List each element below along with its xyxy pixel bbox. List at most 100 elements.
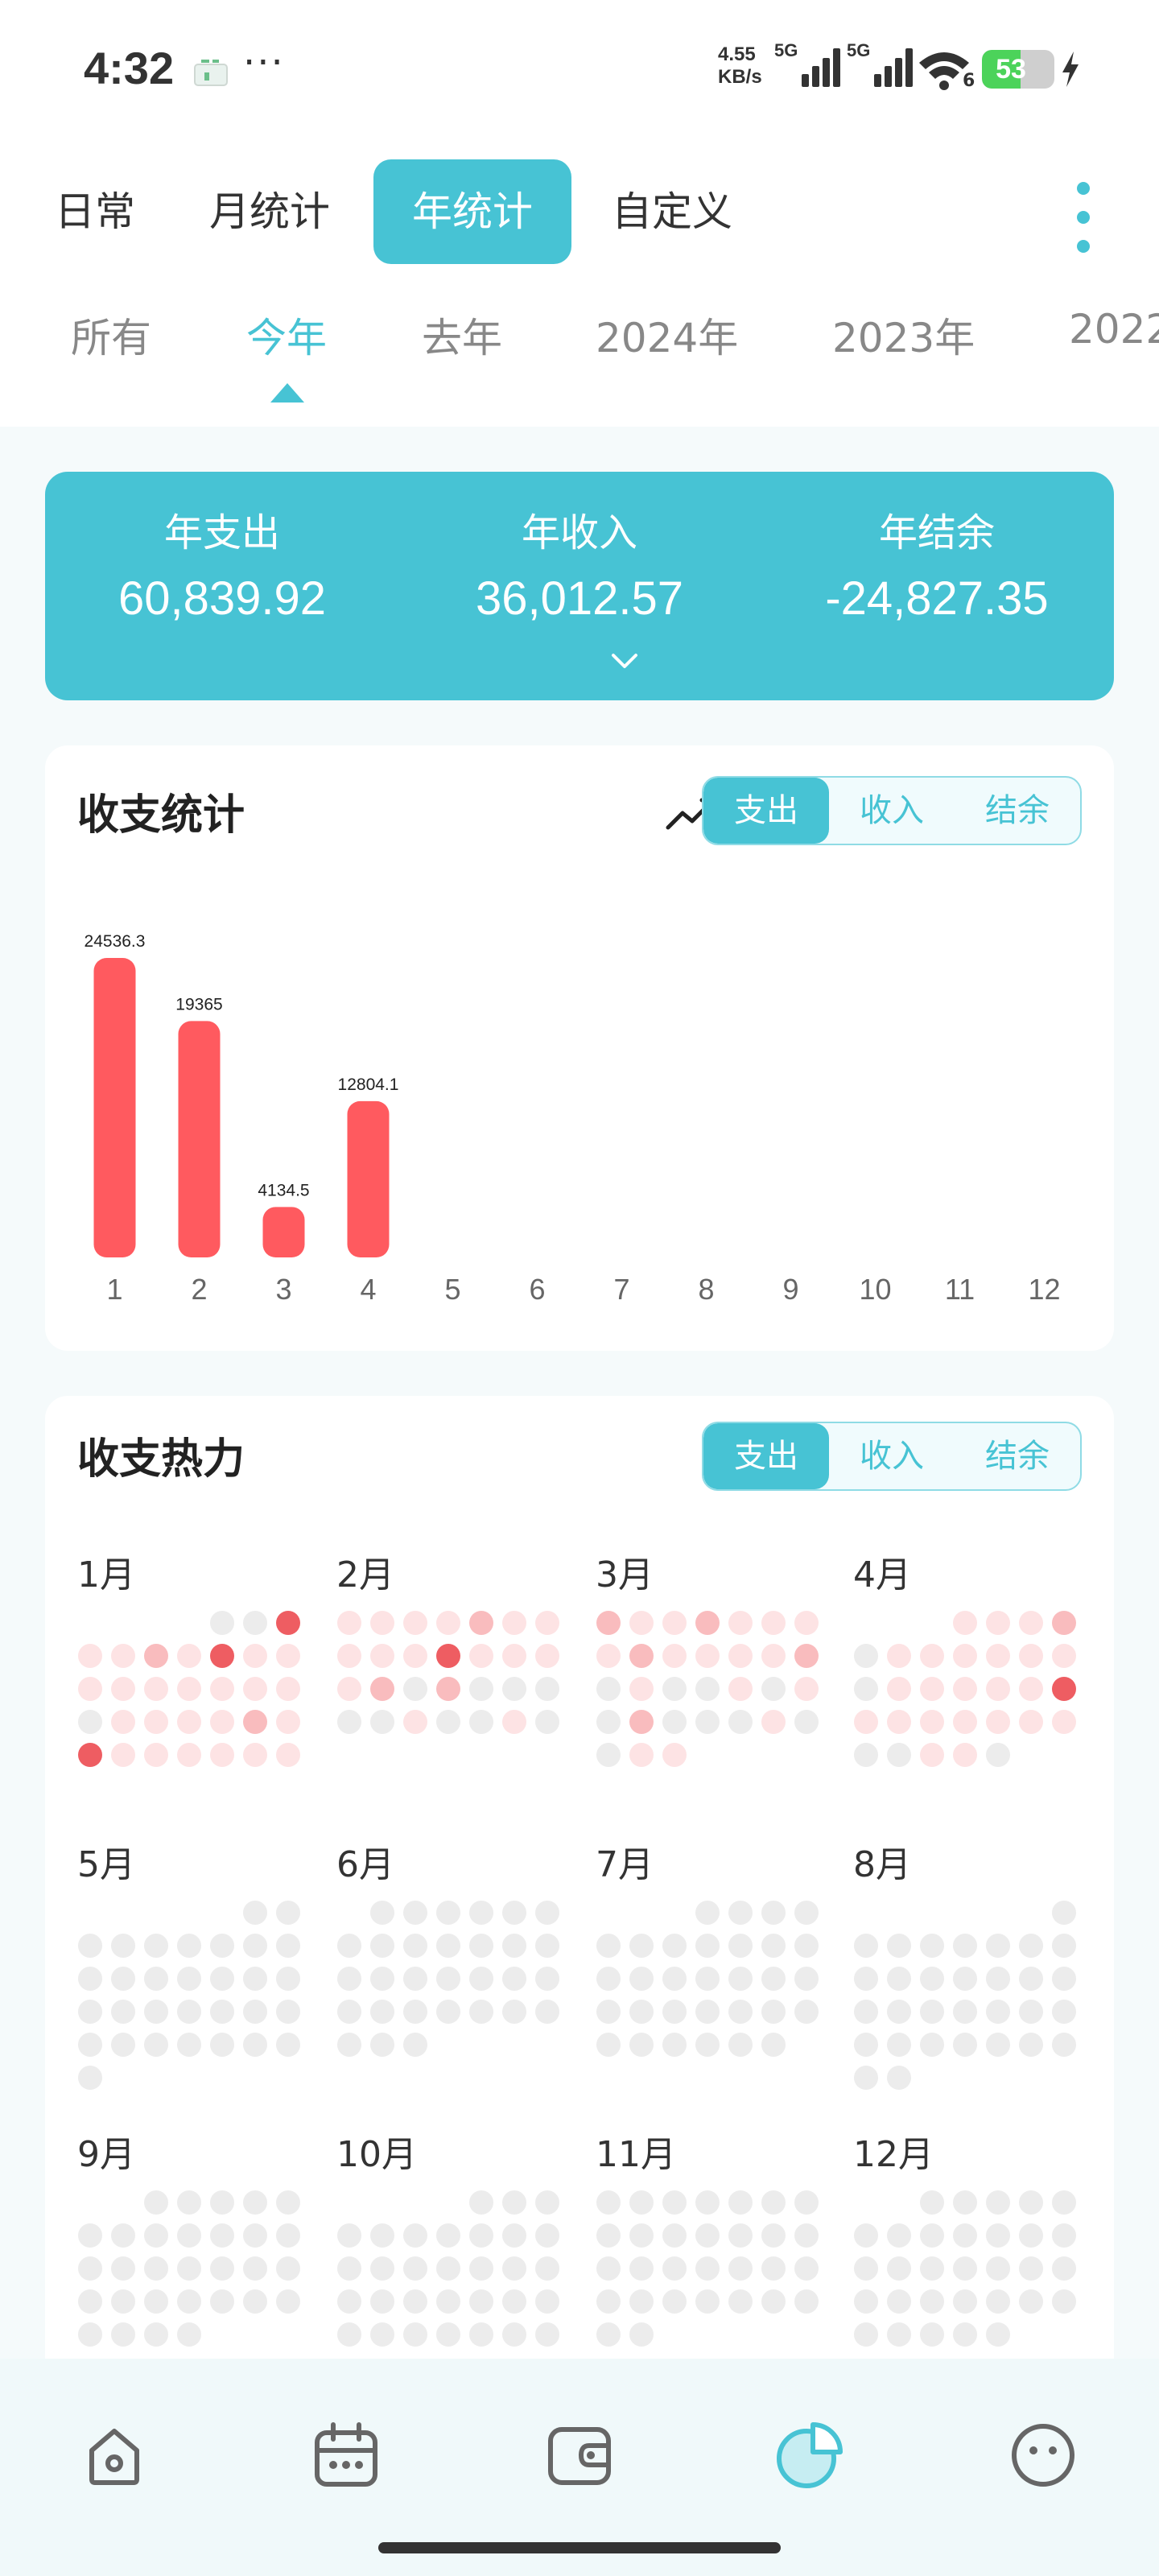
heatmap-day-cell[interactable] [144, 2190, 168, 2215]
heatmap-day-cell[interactable] [210, 1743, 234, 1767]
heatmap-day-cell[interactable] [761, 2289, 786, 2314]
heatmap-day-cell[interactable] [728, 2033, 753, 2057]
heatmap-day-cell[interactable] [1052, 2256, 1076, 2281]
heatmap-day-cell[interactable] [629, 1743, 654, 1767]
heatmap-day-cell[interactable] [662, 2256, 687, 2281]
bar-month-2[interactable] [178, 1021, 221, 1257]
heatmap-day-cell[interactable] [761, 1611, 786, 1635]
heatmap-day-cell[interactable] [695, 1934, 720, 1958]
heatmap-day-cell[interactable] [78, 1710, 102, 1734]
heatmap-day-cell[interactable] [177, 2289, 201, 2314]
heatmap-day-cell[interactable] [662, 2033, 687, 2057]
heatmap-day-cell[interactable] [144, 2033, 168, 2057]
heatmap-day-cell[interactable] [887, 2322, 911, 2347]
heatmap-day-cell[interactable] [695, 1967, 720, 1991]
heatmap-day-cell[interactable] [695, 2289, 720, 2314]
heatmap-day-cell[interactable] [276, 1934, 300, 1958]
heatmap-day-cell[interactable] [535, 2000, 559, 2024]
heatmap-day-cell[interactable] [502, 2322, 526, 2347]
heatmap-day-cell[interactable] [854, 1743, 878, 1767]
heatmap-day-cell[interactable] [1052, 1967, 1076, 1991]
heatmap-day-cell[interactable] [1052, 1677, 1076, 1701]
heatmap-day-cell[interactable] [403, 1611, 427, 1635]
heatmap-day-cell[interactable] [728, 1644, 753, 1668]
heatmap-day-cell[interactable] [920, 1677, 944, 1701]
heatmap-day-cell[interactable] [920, 2256, 944, 2281]
heatmap-day-cell[interactable] [629, 1710, 654, 1734]
heatmap-day-cell[interactable] [111, 1743, 135, 1767]
heatmap-day-cell[interactable] [177, 1934, 201, 1958]
heatmap-day-cell[interactable] [887, 1710, 911, 1734]
segment-income[interactable]: 收入 [829, 1423, 955, 1489]
heatmap-day-cell[interactable] [370, 2289, 394, 2314]
heatmap-day-cell[interactable] [1019, 1611, 1043, 1635]
heatmap-day-cell[interactable] [662, 2190, 687, 2215]
heatmap-day-cell[interactable] [629, 2289, 654, 2314]
heatmap-day-cell[interactable] [596, 1611, 621, 1635]
heatmap-day-cell[interactable] [403, 2223, 427, 2248]
heatmap-day-cell[interactable] [953, 1967, 977, 1991]
heatmap-day-cell[interactable] [177, 1743, 201, 1767]
heatmap-day-cell[interactable] [78, 1677, 102, 1701]
heatmap-day-cell[interactable] [695, 2190, 720, 2215]
heatmap-day-cell[interactable] [469, 2223, 493, 2248]
heatmap-day-cell[interactable] [111, 1934, 135, 1958]
heatmap-day-cell[interactable] [370, 2322, 394, 2347]
heatmap-day-cell[interactable] [469, 2289, 493, 2314]
heatmap-day-cell[interactable] [662, 2289, 687, 2314]
heatmap-day-cell[interactable] [243, 1901, 267, 1925]
heatmap-day-cell[interactable] [436, 2000, 460, 2024]
heatmap-day-cell[interactable] [695, 2223, 720, 2248]
heatmap-day-cell[interactable] [596, 1934, 621, 1958]
heatmap-day-cell[interactable] [854, 2000, 878, 2024]
heatmap-day-cell[interactable] [629, 1644, 654, 1668]
heatmap-day-cell[interactable] [111, 2256, 135, 2281]
heatmap-day-cell[interactable] [794, 1967, 819, 1991]
year-summary-card[interactable]: 年支出 60,839.92 年收入 36,012.57 年结余 -24,827.… [45, 472, 1114, 700]
heatmap-day-cell[interactable] [403, 1677, 427, 1701]
heatmap-day-cell[interactable] [953, 2190, 977, 2215]
heatmap-day-cell[interactable] [111, 2289, 135, 2314]
heatmap-day-cell[interactable] [111, 1967, 135, 1991]
heatmap-day-cell[interactable] [210, 1644, 234, 1668]
heatmap-day-cell[interactable] [728, 1611, 753, 1635]
heatmap-day-cell[interactable] [1019, 1677, 1043, 1701]
heatmap-day-cell[interactable] [243, 1677, 267, 1701]
heatmap-day-cell[interactable] [629, 2322, 654, 2347]
heatmap-day-cell[interactable] [403, 2033, 427, 2057]
heatmap-day-cell[interactable] [761, 1710, 786, 1734]
heatmap-day-cell[interactable] [436, 1611, 460, 1635]
heatmap-day-cell[interactable] [761, 2256, 786, 2281]
heatmap-day-cell[interactable] [662, 1611, 687, 1635]
heatmap-day-cell[interactable] [920, 2190, 944, 2215]
heatmap-day-cell[interactable] [370, 2256, 394, 2281]
heatmap-day-cell[interactable] [469, 2000, 493, 2024]
heatmap-day-cell[interactable] [337, 1934, 361, 1958]
heatmap-day-cell[interactable] [502, 2223, 526, 2248]
heatmap-day-cell[interactable] [629, 1934, 654, 1958]
heatmap-day-cell[interactable] [243, 1967, 267, 1991]
heatmap-day-cell[interactable] [276, 2190, 300, 2215]
heatmap-day-cell[interactable] [854, 1644, 878, 1668]
heatmap-day-cell[interactable] [887, 1743, 911, 1767]
heatmap-day-cell[interactable] [403, 1710, 427, 1734]
heatmap-day-cell[interactable] [953, 1611, 977, 1635]
wallet-icon[interactable] [539, 2415, 620, 2496]
heatmap-day-cell[interactable] [854, 1710, 878, 1734]
year-tab-2024[interactable]: 2024年 [596, 306, 738, 364]
heatmap-day-cell[interactable] [1019, 2033, 1043, 2057]
heatmap-day-cell[interactable] [210, 2223, 234, 2248]
heatmap-day-cell[interactable] [436, 1901, 460, 1925]
heatmap-day-cell[interactable] [1052, 2223, 1076, 2248]
heatmap-day-cell[interactable] [111, 2223, 135, 2248]
heatmap-day-cell[interactable] [920, 1967, 944, 1991]
heatmap-day-cell[interactable] [986, 2190, 1010, 2215]
heatmap-day-cell[interactable] [144, 2223, 168, 2248]
heatmap-day-cell[interactable] [1019, 1644, 1043, 1668]
heatmap-day-cell[interactable] [887, 2256, 911, 2281]
heatmap-day-cell[interactable] [854, 2033, 878, 2057]
heatmap-day-cell[interactable] [144, 1743, 168, 1767]
heatmap-day-cell[interactable] [695, 2000, 720, 2024]
heatmap-day-cell[interactable] [728, 2289, 753, 2314]
heatmap-day-cell[interactable] [695, 1710, 720, 1734]
